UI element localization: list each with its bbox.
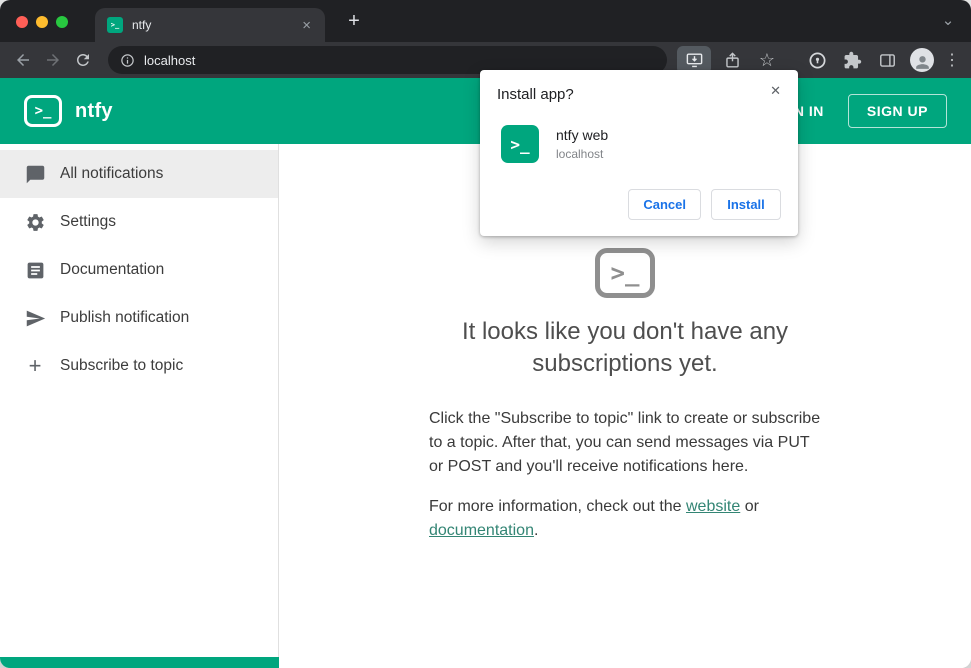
dialog-close-icon[interactable]: ✕ xyxy=(766,81,785,101)
close-window-button[interactable] xyxy=(16,16,28,28)
browser-window: >_ ntfy × + ⌄ localhost ☆ ⋮ >_ ntfy IN S… xyxy=(0,0,971,668)
browser-menu-button[interactable]: ⋮ xyxy=(943,46,961,74)
install-app-icon xyxy=(686,52,702,67)
info-middle: or xyxy=(740,497,759,515)
website-link[interactable]: website xyxy=(686,498,740,515)
install-button[interactable]: Install xyxy=(711,189,781,220)
tab-ntfy[interactable]: >_ ntfy × xyxy=(95,8,325,42)
extensions-button[interactable] xyxy=(838,46,866,74)
sidebar-item-publish-notification[interactable]: Publish notification xyxy=(0,294,278,342)
forward-button[interactable] xyxy=(38,46,68,74)
avatar xyxy=(910,48,934,72)
dialog-app-name: ntfy web xyxy=(556,127,609,143)
empty-state-paragraph: Click the "Subscribe to topic" link to c… xyxy=(429,409,821,475)
ntfy-favicon-icon: >_ xyxy=(107,17,123,33)
window-controls xyxy=(16,16,68,28)
dialog-app-meta: ntfy web localhost xyxy=(556,127,608,161)
empty-state-info: For more information, check out the webs… xyxy=(429,495,821,543)
profile-button[interactable] xyxy=(908,46,936,74)
minimize-window-button[interactable] xyxy=(36,16,48,28)
app-title: ntfy xyxy=(75,99,113,122)
tab-strip: >_ ntfy × + ⌄ xyxy=(0,0,971,42)
password-manager-button[interactable] xyxy=(803,46,831,74)
side-panel-icon xyxy=(879,53,895,67)
empty-state-heading: It looks like you don't have any subscri… xyxy=(461,318,789,378)
dialog-app-origin: localhost xyxy=(556,147,604,161)
sidebar-item-label: Publish notification xyxy=(60,309,190,326)
info-prefix: For more information, check out the xyxy=(429,497,686,515)
dialog-buttons: Cancel Install xyxy=(497,189,781,220)
sign-up-button[interactable]: SIGN UP xyxy=(847,94,947,128)
back-arrow-icon xyxy=(17,54,29,66)
site-info-icon[interactable] xyxy=(120,53,135,68)
sidebar-bottom-teal-strip xyxy=(0,657,279,668)
close-tab-icon[interactable]: × xyxy=(298,16,315,35)
dialog-title: Install app? xyxy=(497,86,574,103)
zoom-window-button[interactable] xyxy=(56,16,68,28)
new-tab-button[interactable]: + xyxy=(340,9,368,37)
send-icon xyxy=(24,307,46,329)
book-icon xyxy=(24,259,46,281)
side-panel-button[interactable] xyxy=(873,46,901,74)
url-text: localhost xyxy=(144,52,196,68)
sidebar-item-label: Documentation xyxy=(60,261,165,278)
cancel-button[interactable]: Cancel xyxy=(628,189,701,220)
dialog-app-row: >_ ntfy web localhost xyxy=(501,125,781,163)
bookmark-star-icon: ☆ xyxy=(758,50,776,70)
ntfy-logo-icon: >_ xyxy=(24,95,62,127)
forward-arrow-icon xyxy=(47,54,59,66)
sidebar-item-label: Settings xyxy=(60,213,117,230)
documentation-link[interactable]: documentation xyxy=(429,522,534,539)
share-icon xyxy=(725,51,739,68)
back-button[interactable] xyxy=(8,46,38,74)
sidebar-item-documentation[interactable]: Documentation xyxy=(0,246,278,294)
reload-button[interactable] xyxy=(68,46,98,74)
gear-icon xyxy=(24,211,46,233)
chat-bubble-icon xyxy=(24,163,46,185)
extensions-puzzle-icon xyxy=(844,51,861,68)
sidebar-item-subscribe-to-topic[interactable]: + Subscribe to topic xyxy=(0,342,278,390)
tab-search-chevron-icon[interactable]: ⌄ xyxy=(937,11,959,29)
plus-icon: + xyxy=(28,353,42,378)
ntfy-terminal-logo-icon: >_ xyxy=(595,248,655,298)
sidebar-item-label: All notifications xyxy=(60,165,164,182)
password-manager-icon xyxy=(809,52,825,68)
sidebar-item-label: Subscribe to topic xyxy=(60,357,184,374)
sidebar: All notifications Settings Documentation… xyxy=(0,144,279,668)
install-app-dialog: Install app? ✕ >_ ntfy web localhost Can… xyxy=(480,70,798,236)
sidebar-item-settings[interactable]: Settings xyxy=(0,198,278,246)
tab-title: ntfy xyxy=(132,18,152,32)
sidebar-item-all-notifications[interactable]: All notifications xyxy=(0,150,278,198)
info-suffix: . xyxy=(533,521,539,539)
kebab-menu-icon: ⋮ xyxy=(944,52,960,69)
ntfy-app-icon: >_ xyxy=(501,125,539,163)
reload-icon xyxy=(77,54,89,66)
